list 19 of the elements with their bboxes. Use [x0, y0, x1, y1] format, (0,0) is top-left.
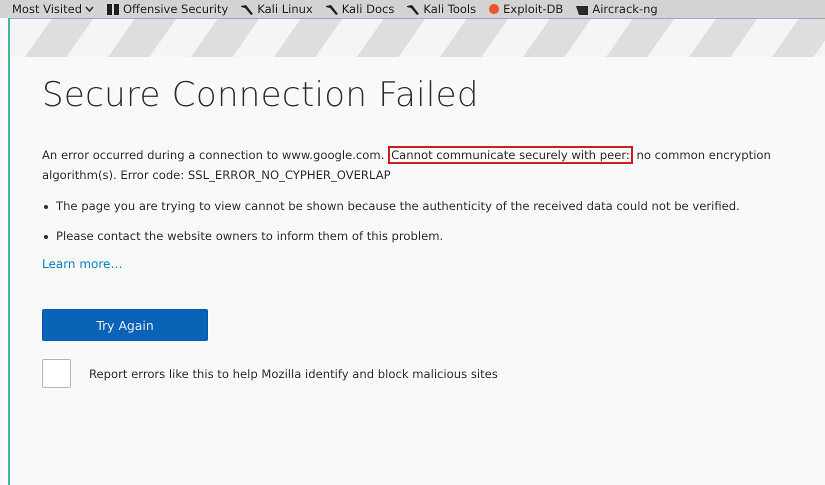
- bullet-icon: [44, 205, 48, 209]
- page-title: Secure Connection Failed: [42, 75, 480, 115]
- error-message: An error occurred during a connection to www.google.com. Cannot communicate securely with peer: no common encryption algorithm(s). Error code: SSL_ERROR_NO_CYPHER_OVERLAP: [42, 145, 772, 184]
- chevron-down-icon[interactable]: [85, 5, 94, 13]
- bullet-text: Please contact the website owners to inform them of this problem.: [56, 228, 444, 245]
- checkbox-label: Report errors like this to help Mozilla identify and block malicious sites: [89, 366, 498, 380]
- bookmark-icon[interactable]: [106, 2, 120, 16]
- bullet-text: The page you are trying to view cannot be shown because the authenticity of the received data could not be verified.: [56, 198, 740, 215]
- bookmark-link[interactable]: Offensive Security: [123, 2, 228, 16]
- learn-more-link[interactable]: Learn more…: [42, 257, 122, 271]
- bookmark-link[interactable]: Aircrack-ng: [592, 2, 658, 16]
- report-checkbox[interactable]: [42, 359, 71, 388]
- bookmark-link[interactable]: Kali Linux: [257, 2, 313, 16]
- bookmark-link[interactable]: Kali Tools: [423, 2, 476, 16]
- bookmark-link[interactable]: Kali Docs: [342, 2, 394, 16]
- bookmark-menu[interactable]: Most Visited: [12, 2, 82, 16]
- bullet-icon: [44, 235, 48, 239]
- bookmark-link[interactable]: Exploit-DB: [503, 2, 564, 16]
- try-again-button[interactable]: Try Again: [42, 309, 208, 341]
